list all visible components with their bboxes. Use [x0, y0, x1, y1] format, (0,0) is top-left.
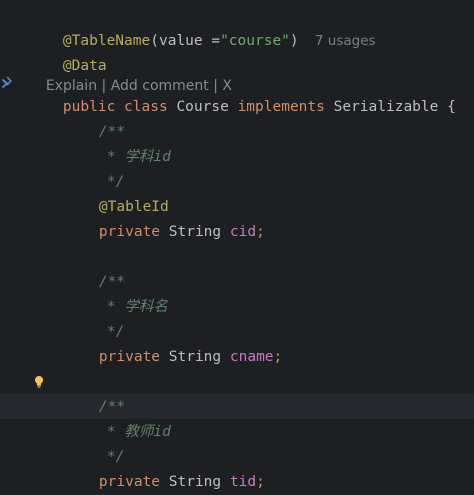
usages-hint-text[interactable]: 7 usages: [315, 33, 376, 49]
doc-comment-open: /**: [64, 245, 125, 290]
keyword-private: private: [98, 474, 161, 490]
semicolon: ;: [256, 474, 265, 490]
type-string: String: [168, 349, 222, 365]
doc-comment-line: * 学科id: [72, 120, 171, 165]
code-line-field-tid[interactable]: private String tid;: [64, 445, 265, 490]
doc-comment-open: /**: [64, 95, 125, 140]
type-string: String: [168, 474, 222, 490]
class-name: Course: [176, 99, 229, 115]
field-name: cname: [229, 349, 274, 365]
doc-comment-line: * 学科名: [72, 270, 168, 315]
doc-comment-open: /**: [64, 370, 125, 415]
keyword-private: private: [98, 349, 161, 365]
field-name: cid: [229, 224, 257, 240]
doc-comment-line: * 教师id: [72, 395, 171, 440]
code-line-field-cid[interactable]: private String cid;: [64, 195, 265, 240]
implements-gutter-icon[interactable]: [0, 74, 14, 92]
semicolon: ;: [273, 349, 283, 365]
keyword-implements: implements: [237, 99, 325, 115]
code-line-class-decl[interactable]: public class Course implements Serializa…: [28, 70, 456, 115]
doc-comment-close: */: [72, 145, 124, 190]
type-string: String: [168, 224, 222, 240]
field-name: tid: [229, 474, 257, 490]
lightbulb-icon[interactable]: [33, 375, 45, 389]
semicolon: ;: [256, 224, 265, 240]
code-editor[interactable]: @TableName(value ="course") 7 usages @Da…: [0, 0, 474, 495]
keyword-private: private: [98, 224, 161, 240]
annotation-args-open: (value =: [150, 33, 221, 49]
doc-comment-close: */: [72, 295, 124, 340]
open-brace: {: [447, 99, 456, 115]
interface-name: Serializable: [333, 99, 439, 115]
code-line-tableid[interactable]: @TableId: [64, 170, 169, 215]
code-line-tablename[interactable]: @TableName(value ="course"): [28, 4, 299, 49]
code-line-field-cname[interactable]: private String cname;: [64, 320, 282, 365]
doc-comment-close: */: [72, 420, 124, 465]
keyword-class: class: [124, 99, 168, 115]
usages-hint[interactable]: 7 usages: [280, 4, 376, 49]
